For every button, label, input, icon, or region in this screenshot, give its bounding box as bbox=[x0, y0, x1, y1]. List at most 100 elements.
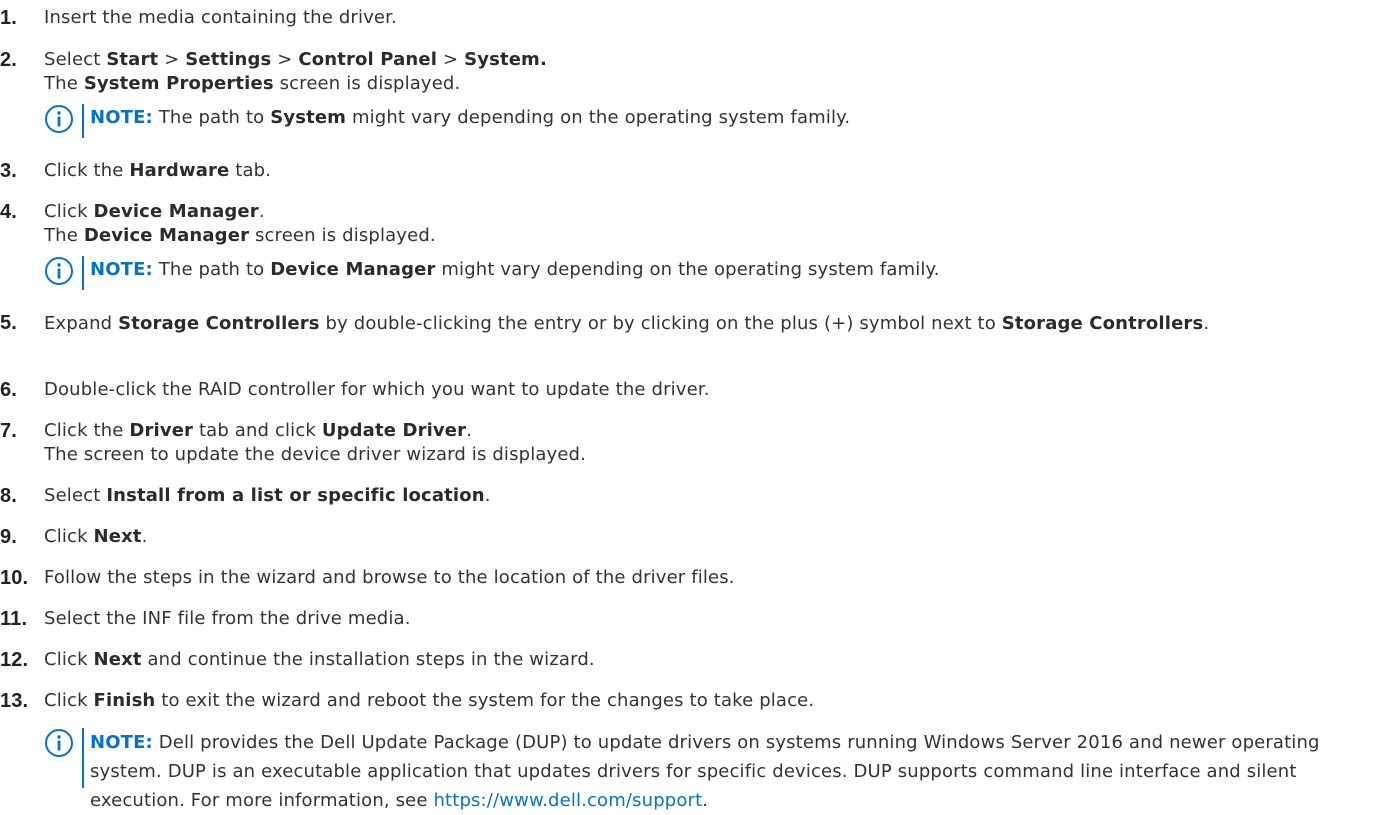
text-run: . bbox=[258, 201, 265, 222]
note-bar bbox=[82, 728, 84, 788]
step-number: 5. bbox=[0, 312, 17, 334]
text-run: Double-click the RAID controller for whi… bbox=[44, 379, 710, 400]
info-circle-icon bbox=[45, 257, 73, 285]
text-run: screen is displayed. bbox=[273, 73, 461, 94]
note-end: . bbox=[702, 790, 709, 811]
step-line: Select the INF file from the drive media… bbox=[44, 607, 1370, 631]
final-note-box: NOTE: Dell provides the Dell Update Pack… bbox=[44, 728, 1369, 811]
step-line: Click Finish to exit the wizard and rebo… bbox=[44, 689, 1370, 713]
bold-term: System. bbox=[464, 49, 547, 70]
text-run: Click bbox=[44, 649, 94, 670]
text-run: Click the bbox=[44, 160, 130, 181]
bold-term: System Properties bbox=[83, 73, 274, 94]
text-run: Follow the steps in the wizard and brows… bbox=[44, 567, 735, 588]
step-text: Follow the steps in the wizard and brows… bbox=[44, 566, 1370, 590]
step-line: Select Start > Settings > Control Panel … bbox=[44, 48, 1370, 72]
bold-term: Storage Controllers bbox=[1001, 313, 1204, 334]
step-number: 2. bbox=[0, 49, 17, 71]
step-number: 7. bbox=[0, 420, 17, 442]
text-run: . bbox=[141, 526, 148, 547]
bold-term: Update Driver bbox=[321, 420, 467, 441]
note-label: NOTE: bbox=[90, 259, 153, 280]
text-run: Select bbox=[44, 485, 107, 506]
text-run: screen is displayed. bbox=[249, 225, 436, 246]
note-label: NOTE: bbox=[90, 732, 153, 753]
text-run: The bbox=[44, 73, 84, 94]
bold-term: Hardware bbox=[129, 160, 230, 181]
text-run: tab and click bbox=[193, 420, 322, 441]
bold-term: Device Manager bbox=[93, 201, 259, 222]
step-number: 8. bbox=[0, 485, 17, 507]
step-result-line: The screen to update the device driver w… bbox=[44, 443, 1370, 467]
note-text: NOTE: The path to System might vary depe… bbox=[90, 106, 850, 130]
step-line: Click Next and continue the installation… bbox=[44, 648, 1370, 672]
info-circle-icon bbox=[45, 105, 73, 133]
info-circle-icon bbox=[45, 729, 73, 757]
bold-term: Device Manager bbox=[83, 225, 250, 246]
step-line: Select Install from a list or specific l… bbox=[44, 484, 1370, 508]
bold-term: Next bbox=[93, 649, 142, 670]
text-run: . bbox=[1203, 313, 1210, 334]
text-run: to exit the wizard and reboot the system… bbox=[155, 690, 815, 711]
step-result-line: The System Properties screen is displaye… bbox=[44, 72, 1370, 96]
note-label: NOTE: bbox=[90, 107, 153, 128]
bold-term: Driver bbox=[129, 420, 194, 441]
note-bar bbox=[82, 104, 84, 138]
bold-term: Control Panel bbox=[298, 49, 438, 70]
text-run: might vary depending on the operating sy… bbox=[435, 259, 940, 280]
bold-term: System bbox=[270, 107, 347, 128]
note-bar bbox=[82, 256, 84, 290]
text-run: > bbox=[271, 49, 299, 70]
step-number: 11. bbox=[0, 608, 28, 630]
text-run: tab. bbox=[229, 160, 272, 181]
text-run: Click bbox=[44, 526, 94, 547]
note-body: The path to System might vary depending … bbox=[153, 107, 850, 128]
note-text: NOTE: The path to Device Manager might v… bbox=[90, 258, 940, 282]
bold-term: Finish bbox=[93, 690, 156, 711]
step-number: 1. bbox=[0, 7, 17, 29]
text-run: might vary depending on the operating sy… bbox=[346, 107, 851, 128]
step-number: 6. bbox=[0, 379, 17, 401]
document-page: 1. Insert the media containing the drive… bbox=[0, 0, 1375, 811]
text-run: Select the INF file from the drive media… bbox=[44, 608, 411, 629]
text-run: Expand bbox=[44, 313, 119, 334]
text-run: Click the bbox=[44, 420, 130, 441]
step-text: Click Finish to exit the wizard and rebo… bbox=[44, 689, 1370, 713]
text-run: and continue the installation steps in t… bbox=[141, 649, 595, 670]
text-run: The bbox=[44, 225, 84, 246]
step-text: Double-click the RAID controller for whi… bbox=[44, 378, 1370, 402]
step-text: Select Install from a list or specific l… bbox=[44, 484, 1370, 508]
text-run: Click bbox=[44, 690, 94, 711]
step-text: Click Next. bbox=[44, 525, 1370, 549]
step-line: Double-click the RAID controller for whi… bbox=[44, 378, 1370, 402]
bold-term: Storage Controllers bbox=[118, 313, 320, 334]
bold-term: Device Manager bbox=[270, 259, 436, 280]
step-text: Select Start > Settings > Control Panel … bbox=[44, 48, 1370, 138]
text-run: The path to bbox=[152, 107, 271, 128]
text-run: > bbox=[158, 49, 186, 70]
step-number: 9. bbox=[0, 526, 17, 548]
step-text: Click Next and continue the installation… bbox=[44, 648, 1370, 672]
step-line: Click the Driver tab and click Update Dr… bbox=[44, 419, 1370, 443]
step-number: 10. bbox=[0, 567, 29, 589]
step-number: 13. bbox=[0, 690, 29, 712]
bold-term: Next bbox=[93, 526, 142, 547]
step-line: Click Device Manager. bbox=[44, 200, 1370, 224]
step-text: Expand Storage Controllers by double-cli… bbox=[44, 311, 1340, 337]
text-run: The path to bbox=[152, 259, 271, 280]
step-line: Insert the media containing the driver. bbox=[44, 6, 1370, 30]
step-number: 12. bbox=[0, 649, 29, 671]
step-result-line: The Device Manager screen is displayed. bbox=[44, 224, 1370, 248]
text-run: Insert the media containing the driver. bbox=[44, 7, 397, 28]
bold-term: Settings bbox=[185, 49, 272, 70]
bold-term: Install from a list or specific location bbox=[106, 485, 485, 506]
support-link[interactable]: https://www.dell.com/support bbox=[433, 790, 702, 811]
note-body: The path to Device Manager might vary de… bbox=[153, 259, 940, 280]
step-line: Expand Storage Controllers by double-cli… bbox=[44, 311, 1340, 337]
step-text: Click Device Manager. The Device Manager… bbox=[44, 200, 1370, 290]
step-number: 3. bbox=[0, 160, 17, 182]
text-run: . bbox=[466, 420, 473, 441]
step-text: Insert the media containing the driver. bbox=[44, 6, 1370, 30]
step-text: Click the Driver tab and click Update Dr… bbox=[44, 419, 1370, 467]
text-run: . bbox=[484, 485, 491, 506]
